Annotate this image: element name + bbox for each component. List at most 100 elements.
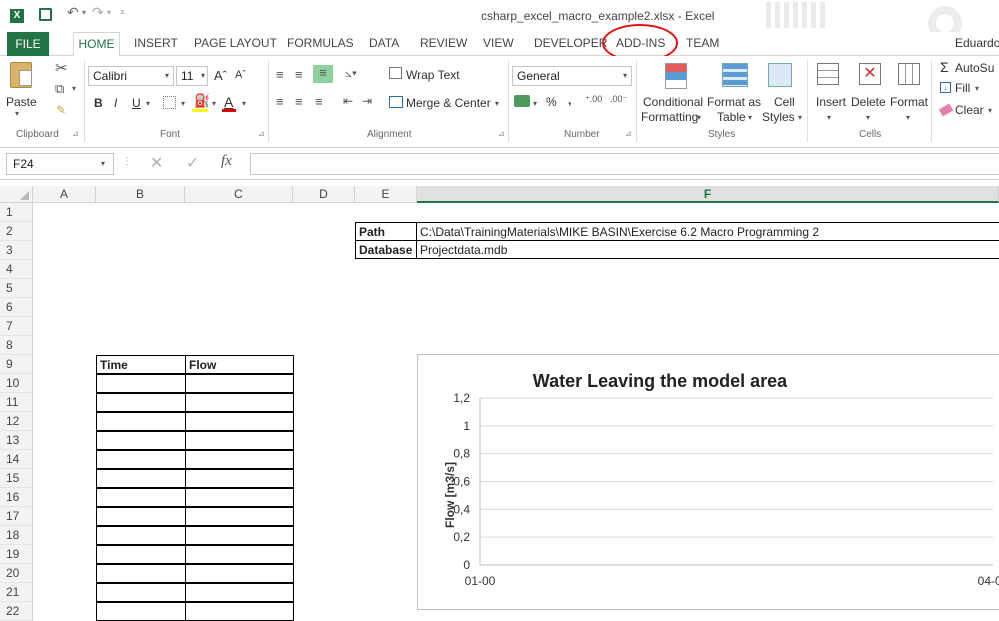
row-header[interactable]: 1 [0,203,33,222]
tab-review[interactable]: REVIEW [420,36,467,50]
grow-font-icon[interactable]: Aˆ [214,68,227,83]
row-header[interactable]: 20 [0,564,33,583]
align-left-icon[interactable]: ≡ [276,94,284,109]
row-header[interactable]: 14 [0,450,33,469]
flow-cell[interactable] [185,431,294,450]
format-cells-button[interactable]: Format [890,95,928,109]
align-right-icon[interactable]: ≡ [315,94,323,109]
time-cell[interactable] [96,602,186,621]
user-name[interactable]: Eduardo [955,36,999,50]
enter-icon[interactable]: ✓ [186,153,199,173]
fill-icon[interactable]: ↓ [940,82,951,93]
conditional-dropdown-icon[interactable]: ▾ [697,113,701,122]
column-header-c[interactable]: C [185,186,293,203]
row-header[interactable]: 19 [0,545,33,564]
row-header[interactable]: 10 [0,374,33,393]
row-header[interactable]: 8 [0,336,33,355]
row-header[interactable]: 4 [0,260,33,279]
shrink-font-icon[interactable]: Aˇ [235,69,246,81]
tab-page-layout[interactable]: PAGE LAYOUT [194,36,277,50]
row-header[interactable]: 17 [0,507,33,526]
time-cell[interactable] [96,469,186,488]
tab-formulas[interactable]: FORMULAS [287,36,354,50]
flow-cell[interactable] [185,393,294,412]
format-as-table-label2[interactable]: Table [717,110,746,124]
flow-cell[interactable] [185,583,294,602]
delete-cells-button[interactable]: Delete [851,95,886,109]
row-header[interactable]: 18 [0,526,33,545]
tab-developer[interactable]: DEVELOPER [534,36,607,50]
row-header[interactable]: 22 [0,602,33,621]
time-cell[interactable] [96,431,186,450]
merge-dropdown-icon[interactable]: ▾ [495,99,499,108]
decrease-decimal-icon[interactable]: .00⁻ [610,94,627,105]
row-header[interactable]: 2 [0,222,33,241]
cancel-icon[interactable]: ✕ [150,153,163,173]
tab-insert[interactable]: INSERT [134,36,178,50]
comma-style-button[interactable]: , [568,93,571,107]
time-cell[interactable] [96,412,186,431]
tab-team[interactable]: TEAM [686,36,719,50]
format-as-table-button[interactable]: Format as [707,95,761,109]
cell-styles-button[interactable]: Cell [774,95,795,109]
italic-button[interactable]: I [114,96,117,110]
flow-cell[interactable] [185,602,294,621]
fill-color-icon[interactable]: ⛽ [194,93,210,109]
font-color-icon[interactable]: A [224,94,233,110]
accounting-format-icon[interactable] [514,95,530,107]
align-bottom-icon[interactable]: ≡ [313,65,333,83]
tab-home[interactable]: HOME [73,32,120,57]
database-value-cell[interactable]: Projectdata.mdb [416,240,999,259]
time-cell[interactable] [96,564,186,583]
customize-qat-icon[interactable]: ⩡ [120,7,125,18]
row-header[interactable]: 13 [0,431,33,450]
insert-cells-button[interactable]: Insert [816,95,846,109]
save-icon[interactable] [39,8,52,21]
tab-view[interactable]: VIEW [483,36,514,50]
undo-icon[interactable]: ↶ [67,4,79,21]
time-cell[interactable] [96,507,186,526]
flow-cell[interactable] [185,450,294,469]
insert-dropdown-icon[interactable]: ▾ [827,113,831,122]
cell-styles-label2[interactable]: Styles [762,110,795,124]
formula-bar-grip-icon[interactable]: ⋮ [122,156,132,167]
autosum-icon[interactable]: Σ [940,59,949,75]
column-header-b[interactable]: B [96,186,185,203]
copy-icon[interactable]: ⧉ [55,81,64,97]
underline-dropdown-icon[interactable]: ▾ [146,99,150,108]
flow-cell[interactable] [185,412,294,431]
row-header[interactable]: 21 [0,583,33,602]
fill-button[interactable]: Fill [955,81,970,95]
row-header[interactable]: 7 [0,317,33,336]
alignment-launcher-icon[interactable]: ⊿ [498,129,505,138]
clear-button[interactable]: Clear [955,103,984,117]
conditional-formatting-label2[interactable]: Formatting [641,110,698,124]
time-cell[interactable] [96,393,186,412]
paste-dropdown-icon[interactable]: ▾ [15,109,19,118]
redo-dropdown-icon[interactable]: ▾ [107,8,111,17]
fill-button-dropdown-icon[interactable]: ▾ [975,84,979,93]
row-header[interactable]: 12 [0,412,33,431]
flow-cell[interactable] [185,564,294,583]
align-middle-icon[interactable]: ≡ [295,67,303,82]
cut-icon[interactable]: ✂ [55,59,68,77]
align-top-icon[interactable]: ≡ [276,67,284,82]
flow-cell[interactable] [185,469,294,488]
path-label-cell[interactable]: Path [355,222,417,241]
flow-cell[interactable] [185,545,294,564]
time-header-cell[interactable]: Time [96,355,186,374]
conditional-formatting-button[interactable]: Conditional [643,95,703,109]
column-header-e[interactable]: E [355,186,417,203]
row-header[interactable]: 15 [0,469,33,488]
align-center-icon[interactable]: ≡ [295,94,303,109]
tab-data[interactable]: DATA [369,36,399,50]
chart[interactable]: Water Leaving the model area Flow [m3/s]… [417,354,999,610]
increase-decimal-icon[interactable]: ⁺.00 [585,94,602,105]
format-dropdown-icon[interactable]: ▾ [906,113,910,122]
borders-icon[interactable] [163,96,176,109]
flow-cell[interactable] [185,374,294,393]
insert-function-button[interactable]: fx [221,153,232,170]
row-header[interactable]: 11 [0,393,33,412]
font-launcher-icon[interactable]: ⊿ [258,129,265,138]
copy-dropdown-icon[interactable]: ▾ [72,84,76,93]
